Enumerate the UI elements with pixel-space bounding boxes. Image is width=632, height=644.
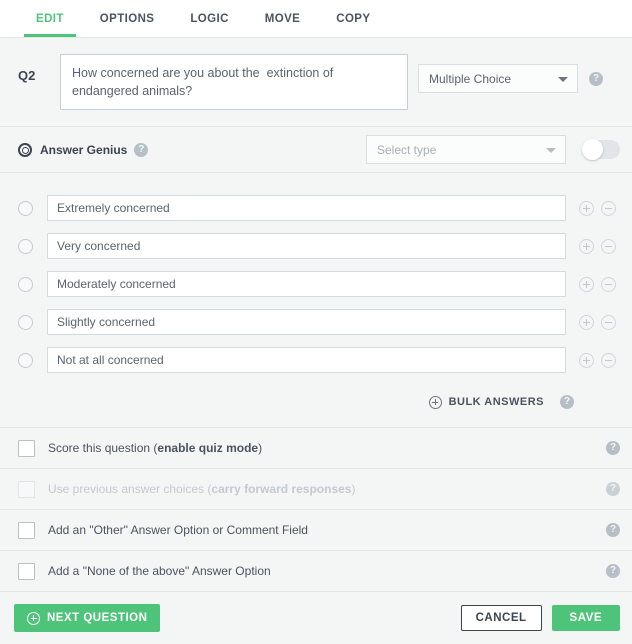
plus-circle-icon bbox=[27, 611, 40, 625]
next-question-label: NEXT QUESTION bbox=[47, 612, 148, 624]
help-icon[interactable]: ? bbox=[606, 482, 620, 496]
plus-circle-icon bbox=[428, 395, 442, 409]
minus-circle-icon[interactable] bbox=[601, 314, 616, 330]
help-icon[interactable]: ? bbox=[560, 395, 574, 409]
help-icon[interactable]: ? bbox=[606, 564, 620, 578]
none-of-the-above-checkbox[interactable] bbox=[18, 562, 35, 580]
answer-radio[interactable] bbox=[18, 352, 33, 368]
answer-text-input[interactable]: Moderately concerned bbox=[47, 271, 566, 297]
answer-genius-toggle[interactable] bbox=[582, 139, 620, 160]
help-icon[interactable]: ? bbox=[134, 142, 149, 157]
bulk-answers-label: BULK ANSWERS bbox=[448, 396, 544, 408]
option-label: Score this question (enable quiz mode) bbox=[48, 441, 606, 455]
plus-circle-icon[interactable] bbox=[579, 238, 594, 254]
option-label-text: Use previous answer choices ( bbox=[48, 482, 212, 496]
answer-text-input[interactable]: Not at all concerned bbox=[47, 347, 566, 373]
minus-circle-icon[interactable] bbox=[601, 276, 616, 292]
option-label-bold: carry forward responses bbox=[211, 482, 352, 496]
option-row-carry-forward: Use previous answer choices (carry forwa… bbox=[0, 469, 632, 510]
answer-text-input[interactable]: Extremely concerned bbox=[47, 195, 566, 221]
other-option-checkbox[interactable] bbox=[18, 521, 35, 539]
save-label: SAVE bbox=[569, 612, 602, 624]
help-icon[interactable]: ? bbox=[589, 71, 603, 86]
answer-list: Extremely concerned Very concerned Moder… bbox=[0, 173, 632, 385]
chevron-down-icon bbox=[546, 147, 556, 153]
question-editor: EDIT OPTIONS LOGIC MOVE COPY Q2 How conc… bbox=[0, 0, 632, 644]
question-type-value: Multiple Choice bbox=[429, 71, 512, 86]
plus-circle-icon[interactable] bbox=[579, 314, 594, 330]
option-label-bold: enable quiz mode bbox=[157, 441, 259, 455]
option-row-none-of-the-above: Add a "None of the above" Answer Option … bbox=[0, 551, 632, 592]
plus-circle-icon[interactable] bbox=[579, 276, 594, 292]
bulk-answers-button[interactable]: BULK ANSWERS bbox=[428, 395, 544, 409]
answer-radio[interactable] bbox=[18, 238, 33, 254]
answer-text-input[interactable]: Very concerned bbox=[47, 233, 566, 259]
question-type-wrap: Multiple Choice ? bbox=[408, 54, 620, 93]
tab-label: EDIT bbox=[36, 12, 64, 25]
answer-row-controls bbox=[579, 352, 616, 368]
tab-logic[interactable]: LOGIC bbox=[172, 0, 246, 37]
chevron-down-icon bbox=[558, 76, 568, 82]
minus-circle-icon[interactable] bbox=[601, 238, 616, 254]
tab-options[interactable]: OPTIONS bbox=[82, 0, 173, 37]
answer-genius-type-select[interactable]: Select type bbox=[366, 135, 566, 164]
question-row: Q2 How concerned are you about the extin… bbox=[0, 38, 632, 127]
question-number-label: Q2 bbox=[18, 68, 36, 83]
question-options-block: Score this question (enable quiz mode) ?… bbox=[0, 427, 632, 592]
tab-edit[interactable]: EDIT bbox=[18, 0, 82, 37]
minus-circle-icon[interactable] bbox=[601, 352, 616, 368]
question-type-select[interactable]: Multiple Choice bbox=[418, 64, 578, 93]
tab-label: COPY bbox=[336, 12, 371, 25]
carry-forward-checkbox bbox=[18, 480, 35, 498]
answer-genius-label: Answer Genius bbox=[40, 142, 128, 157]
answer-text-input[interactable]: Slightly concerned bbox=[47, 309, 566, 335]
option-row-other-option: Add an "Other" Answer Option or Comment … bbox=[0, 510, 632, 551]
answer-radio[interactable] bbox=[18, 276, 33, 292]
answer-row-controls bbox=[579, 276, 616, 292]
bulk-answers-row: BULK ANSWERS ? bbox=[0, 385, 632, 419]
tab-label: MOVE bbox=[264, 12, 301, 25]
option-label-text: Score this question ( bbox=[48, 441, 158, 455]
option-label-tail: ) bbox=[351, 482, 356, 496]
toggle-knob bbox=[582, 139, 603, 160]
answer-row: Not at all concerned bbox=[12, 341, 620, 379]
plus-circle-icon[interactable] bbox=[579, 352, 594, 368]
footer-bar: NEXT QUESTION CANCEL SAVE bbox=[0, 592, 632, 644]
option-label: Add a "None of the above" Answer Option bbox=[48, 564, 271, 578]
answer-genius-type-placeholder: Select type bbox=[377, 142, 437, 157]
answer-row: Extremely concerned bbox=[12, 189, 620, 227]
target-icon bbox=[18, 142, 32, 157]
answer-row: Moderately concerned bbox=[12, 265, 620, 303]
answer-row-controls bbox=[579, 238, 616, 254]
tab-bar: EDIT OPTIONS LOGIC MOVE COPY bbox=[0, 0, 632, 38]
save-button[interactable]: SAVE bbox=[551, 605, 620, 631]
answer-row-controls bbox=[579, 314, 616, 330]
answer-row: Slightly concerned bbox=[12, 303, 620, 341]
option-label: Use previous answer choices (carry forwa… bbox=[48, 482, 606, 496]
answer-radio[interactable] bbox=[18, 200, 33, 216]
cancel-label: CANCEL bbox=[475, 612, 527, 624]
option-row-score-question: Score this question (enable quiz mode) ? bbox=[0, 428, 632, 469]
answer-row: Very concerned bbox=[12, 227, 620, 265]
tab-move[interactable]: MOVE bbox=[247, 0, 318, 37]
tab-label: OPTIONS bbox=[99, 12, 155, 25]
help-icon[interactable]: ? bbox=[606, 441, 620, 455]
question-text-input[interactable]: How concerned are you about the extincti… bbox=[60, 54, 408, 110]
option-label-tail: ) bbox=[258, 441, 263, 455]
score-question-checkbox[interactable] bbox=[18, 439, 35, 457]
answer-radio[interactable] bbox=[18, 314, 33, 330]
answer-row-controls bbox=[579, 200, 616, 216]
option-label: Add an "Other" Answer Option or Comment … bbox=[48, 523, 308, 537]
next-question-button[interactable]: NEXT QUESTION bbox=[14, 604, 161, 632]
minus-circle-icon[interactable] bbox=[601, 200, 616, 216]
help-icon[interactable]: ? bbox=[606, 523, 620, 537]
tab-label: LOGIC bbox=[190, 12, 229, 25]
tab-copy[interactable]: COPY bbox=[318, 0, 388, 37]
cancel-button[interactable]: CANCEL bbox=[460, 605, 542, 631]
plus-circle-icon[interactable] bbox=[579, 200, 594, 216]
answer-genius-row: Answer Genius ? Select type bbox=[0, 127, 632, 173]
